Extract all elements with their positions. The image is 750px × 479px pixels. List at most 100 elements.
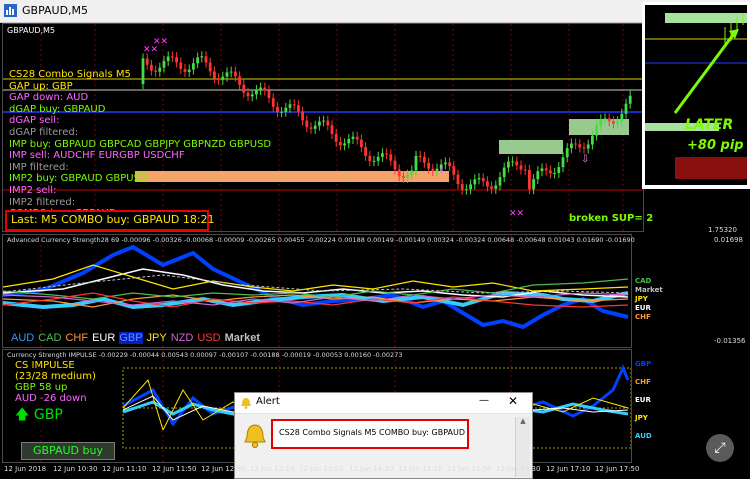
- candle-body: [586, 144, 590, 149]
- candle-body: [553, 172, 556, 174]
- currency-end-label: GBP: [635, 360, 652, 368]
- candle-body: [204, 56, 208, 63]
- strength-right-labels: CAD Market JPY EUR CHF: [635, 277, 663, 322]
- candle-body: [427, 162, 430, 169]
- gbpaud-buy-button[interactable]: GBPAUD buy: [21, 442, 115, 460]
- candle-body: [292, 104, 296, 106]
- candle-body: [477, 178, 481, 180]
- candle-body: [578, 144, 582, 148]
- signal-line: GAP up: GBP: [9, 80, 73, 92]
- candle-body: [368, 155, 372, 162]
- candle-body: [309, 127, 313, 129]
- candle-body: [523, 169, 527, 171]
- candle-body: [297, 105, 300, 112]
- chart-window-icon: [4, 4, 17, 17]
- candle-body: [494, 185, 498, 189]
- legend-item: GBP: [119, 332, 143, 344]
- candle-body: [166, 56, 170, 62]
- svg-text:✕✕: ✕✕: [509, 209, 524, 219]
- candle-body: [515, 161, 519, 166]
- chart-window-titlebar[interactable]: GBPAUD,M5: [0, 0, 750, 23]
- alert-message-box: CS28 Combo Signals M5 COMBO buy: GBPAUD: [271, 419, 469, 449]
- candle-body: [595, 125, 598, 136]
- currency-end-label: Market: [635, 286, 663, 294]
- time-axis-label: 12 Jun 15:50: [447, 465, 492, 473]
- candle-body: [360, 139, 363, 148]
- candle-body: [196, 57, 199, 64]
- candle-body: [351, 136, 355, 140]
- legend-item: NZD: [170, 332, 194, 344]
- candle-body: [540, 168, 544, 172]
- candle-body: [418, 155, 422, 158]
- signal-line: IMP buy: GBPAUD GBPCAD GBPJPY GBPNZD GBP…: [9, 138, 272, 150]
- main-price-chart[interactable]: ✕✕ ✕✕ ✕✕ ⇩ ⇩ GBPAUD,M5 CS28 Combo Signal…: [2, 23, 653, 232]
- candle-body: [406, 174, 409, 178]
- candle-body: [607, 118, 611, 122]
- candle-body: [288, 104, 292, 108]
- candle-body: [549, 170, 552, 174]
- time-axis-label: 12 Jun 13:10: [250, 465, 295, 473]
- candle-body: [318, 121, 321, 126]
- candle-body: [431, 168, 435, 172]
- candle-body: [620, 113, 624, 122]
- signal-line: IMP filtered:: [9, 161, 69, 173]
- candle-body: [179, 62, 183, 69]
- time-axis-label: 12 Jun 13:50: [299, 465, 344, 473]
- time-axis-label: 12 Jun 16:30: [496, 465, 541, 473]
- currency-end-label: CHF: [635, 313, 651, 321]
- candle-body: [330, 125, 334, 134]
- candle-body: [385, 153, 388, 155]
- svg-text:✕✕: ✕✕: [153, 37, 168, 47]
- candle-body: [528, 169, 531, 190]
- candle-body: [603, 118, 607, 120]
- alert-title: Alert: [256, 396, 280, 407]
- candle-body: [326, 120, 330, 126]
- alert-window-icon: [241, 398, 251, 409]
- combo-signals-panel: CS28 Combo Signals M5 GAP up: GBP GAP dow…: [9, 69, 271, 231]
- inset-later-label: LATER: [685, 117, 734, 133]
- candle-body: [171, 56, 174, 58]
- candle-body: [557, 167, 561, 173]
- legend-item: Market: [224, 332, 261, 344]
- candle-body: [511, 161, 514, 163]
- candle-body: [423, 157, 426, 163]
- candle-body: [473, 179, 477, 185]
- time-axis-label: 12 Jun 10:30: [53, 465, 98, 473]
- time-axis-label: 12 Jun 11:50: [152, 465, 197, 473]
- candle-body: [591, 135, 594, 145]
- candle-body: [334, 133, 338, 142]
- impulse-info-box: CS IMPULSE (23/28 medium) GBP 58 up AUD …: [5, 360, 113, 428]
- strength-legend: AUD CAD CHF EUR GBP JPY NZD USD Market: [11, 331, 264, 344]
- alert-close-button[interactable]: ✕: [503, 394, 523, 410]
- candle-body: [624, 103, 628, 114]
- alert-titlebar[interactable]: Alert — ✕: [235, 393, 532, 414]
- candle-body: [347, 139, 351, 144]
- candle-body: [305, 120, 309, 128]
- price-axis-label: 1.75320: [708, 226, 737, 234]
- candle-body: [355, 136, 359, 140]
- impulse-aud-line: AUD -26 down: [15, 393, 87, 404]
- time-axis-label: 12 Jun 11:10: [102, 465, 147, 473]
- svg-text:⇩: ⇩: [437, 166, 445, 177]
- candle-body: [507, 161, 510, 168]
- candle-body: [574, 143, 577, 145]
- candle-body: [481, 178, 485, 182]
- currency-end-label: JPY: [635, 295, 648, 303]
- candle-body: [469, 184, 472, 190]
- signal-line: IMP2 buy: GBPAUD GBPUSD: [9, 173, 148, 185]
- candle-body: [276, 106, 279, 113]
- alert-minimize-button[interactable]: —: [477, 395, 491, 409]
- zoom-icon[interactable]: ⤢: [706, 434, 734, 462]
- candle-body: [410, 170, 414, 175]
- signal-line: dGAP sell:: [9, 115, 60, 127]
- impulse-arrow-label: GBP: [33, 407, 63, 423]
- candle-body: [200, 56, 204, 58]
- candle-body: [444, 162, 447, 165]
- candle-body: [372, 160, 376, 162]
- time-axis-label: 12 Jun 17:10: [546, 465, 591, 473]
- inset-pips-label: +80 pip: [687, 138, 744, 153]
- currency-strength-panel[interactable]: Advanced Currency Strength28 69 -0.00096…: [2, 234, 663, 348]
- time-axis: 12 Jun 2018 12 Jun 10:30 12 Jun 11:10 12 Ju…: [0, 463, 750, 477]
- currency-end-label: EUR: [635, 396, 651, 404]
- candle-body: [175, 57, 178, 63]
